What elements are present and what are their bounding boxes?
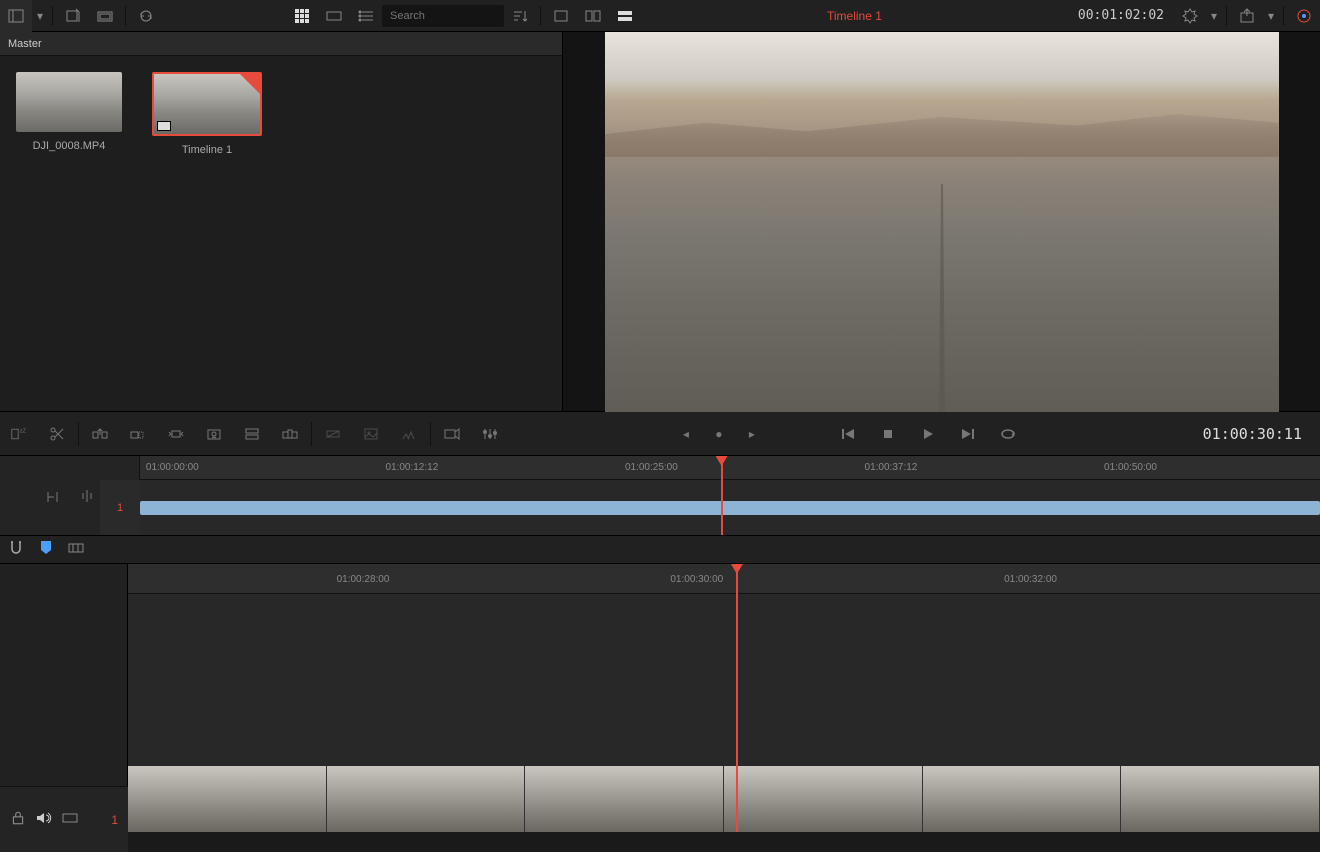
import-folder-icon[interactable] xyxy=(89,0,121,32)
chevron-down-icon[interactable]: ▾ xyxy=(1206,0,1222,32)
top-toolbar: ▾ Timeline 1 00:01:02:02 ▾ ▾ xyxy=(0,0,1320,32)
viewer[interactable] xyxy=(563,32,1320,411)
audio-track-header[interactable]: 1 xyxy=(0,786,128,852)
go-end-icon[interactable] xyxy=(951,412,985,456)
timeline-name: Timeline 1 xyxy=(827,9,882,23)
mini-track[interactable] xyxy=(140,493,1320,523)
mini-playhead[interactable] xyxy=(721,456,723,535)
edit-toolbar: zZ ◂ ● ▸ 01:00:30:11 xyxy=(0,412,1320,456)
snap-toolbar xyxy=(0,536,1320,564)
audio-track-area[interactable] xyxy=(128,766,1320,832)
mixer-icon[interactable] xyxy=(471,412,509,456)
mini-track-label[interactable]: 1 xyxy=(100,480,140,535)
lock-tracks-icon[interactable] xyxy=(41,474,65,518)
list-view-icon[interactable] xyxy=(350,0,382,32)
sort-icon[interactable] xyxy=(504,0,536,32)
media-clip[interactable]: Timeline 1 xyxy=(152,72,262,156)
place-on-top-icon[interactable] xyxy=(233,412,271,456)
stop-icon[interactable] xyxy=(871,412,905,456)
video-track-icon[interactable] xyxy=(62,810,78,829)
video-track-area[interactable] xyxy=(128,594,1320,794)
view-mode-2-icon[interactable] xyxy=(577,0,609,32)
folder-breadcrumb[interactable]: Master xyxy=(0,32,562,56)
effects-icon[interactable] xyxy=(390,412,428,456)
svg-text:zZ: zZ xyxy=(20,428,27,434)
grid-view-icon[interactable] xyxy=(286,0,318,32)
picture-icon[interactable] xyxy=(352,412,390,456)
clip-label: DJI_0008.MP4 xyxy=(33,140,106,152)
sync-bin-icon[interactable] xyxy=(433,412,471,456)
smart-insert-icon[interactable] xyxy=(81,412,119,456)
track-headers: 1 xyxy=(0,564,128,832)
prev-frame-icon[interactable]: ◂ xyxy=(669,412,703,456)
mini-timeline: 01:00:00:00 01:00:12:12 01:00:25:00 01:0… xyxy=(0,456,1320,536)
next-frame-icon[interactable]: ▸ xyxy=(735,412,769,456)
tools-icon[interactable] xyxy=(1174,0,1206,32)
timeline-clip[interactable] xyxy=(128,766,1320,832)
chevron-down-icon[interactable]: ▾ xyxy=(32,0,48,32)
clip-label: Timeline 1 xyxy=(182,144,232,156)
mini-ruler[interactable]: 01:00:00:00 01:00:12:12 01:00:25:00 01:0… xyxy=(140,456,1320,480)
sync-icon[interactable] xyxy=(130,0,162,32)
close-up-icon[interactable] xyxy=(195,412,233,456)
append-icon[interactable] xyxy=(119,412,157,456)
lock-icon[interactable] xyxy=(10,810,26,829)
search-input[interactable] xyxy=(382,5,504,27)
boring-detector-icon[interactable]: zZ xyxy=(0,412,38,456)
main-playhead[interactable] xyxy=(736,564,738,832)
speaker-icon[interactable] xyxy=(36,810,52,829)
jog-icon[interactable]: ● xyxy=(709,412,729,456)
source-overwrite-icon[interactable] xyxy=(271,412,309,456)
sidebar-toggle-icon[interactable] xyxy=(0,0,32,32)
play-icon[interactable] xyxy=(911,412,945,456)
go-start-icon[interactable] xyxy=(831,412,865,456)
transition-icon[interactable] xyxy=(314,412,352,456)
export-icon[interactable] xyxy=(1231,0,1263,32)
strip-view-icon[interactable] xyxy=(318,0,350,32)
mini-clip[interactable] xyxy=(140,501,1320,515)
view-mode-3-icon[interactable] xyxy=(609,0,641,32)
view-mode-1-icon[interactable] xyxy=(545,0,577,32)
flag-icon[interactable] xyxy=(68,540,84,559)
chevron-down-icon[interactable]: ▾ xyxy=(1263,0,1279,32)
loop-icon[interactable] xyxy=(991,412,1025,456)
project-settings-icon[interactable] xyxy=(1288,0,1320,32)
magnet-icon[interactable] xyxy=(8,540,24,559)
media-clip[interactable]: DJI_0008.MP4 xyxy=(16,72,122,156)
split-tracks-icon[interactable] xyxy=(75,474,99,518)
duration-timecode: 00:01:02:02 xyxy=(1068,8,1174,23)
import-media-icon[interactable] xyxy=(57,0,89,32)
track-number: 1 xyxy=(111,813,118,827)
playhead-timecode[interactable]: 01:00:30:11 xyxy=(1185,425,1320,443)
main-timeline: 1 01:00:28:00 01:00:30:00 01:00:32:00 xyxy=(0,564,1320,832)
scissors-icon[interactable] xyxy=(38,412,76,456)
media-pool: Master DJI_0008.MP4 Timeline 1 xyxy=(0,32,563,411)
ripple-overwrite-icon[interactable] xyxy=(157,412,195,456)
marker-icon[interactable] xyxy=(38,540,54,559)
main-ruler[interactable]: 01:00:28:00 01:00:30:00 01:00:32:00 xyxy=(128,564,1320,594)
